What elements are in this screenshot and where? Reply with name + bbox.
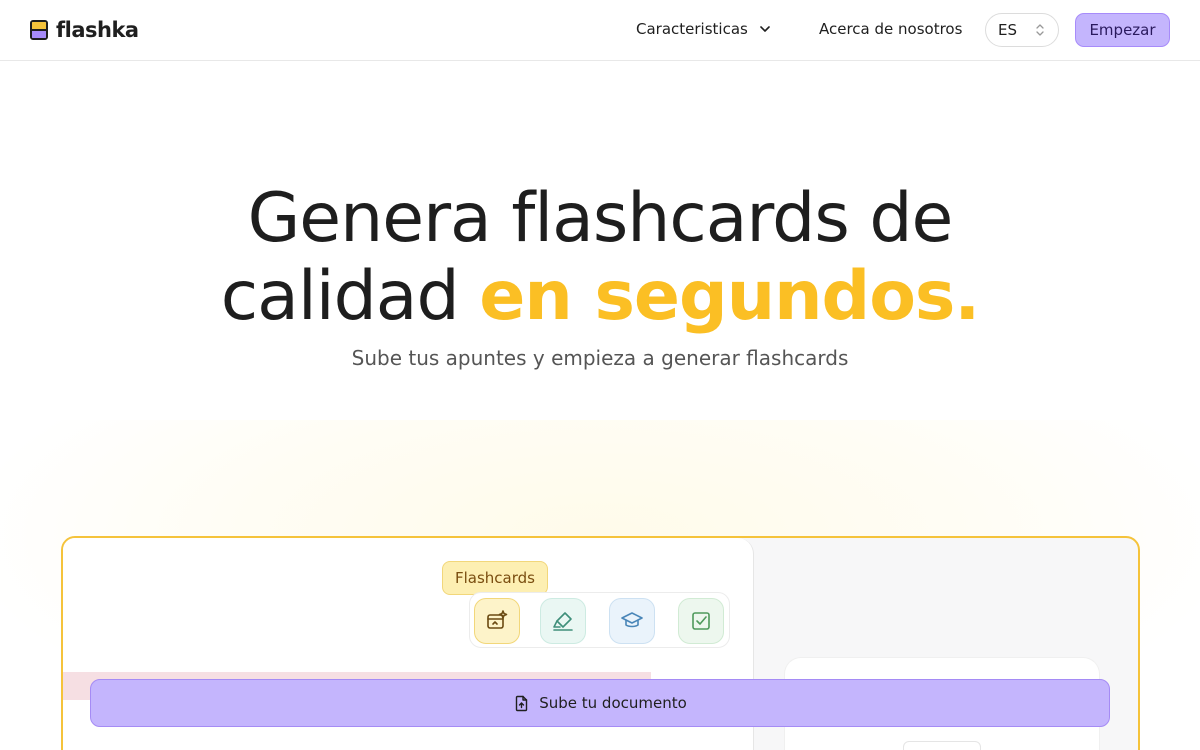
file-upload-icon [516, 695, 528, 711]
language-select[interactable]: ES [985, 13, 1059, 47]
hero-title: Genera flashcards de calidad en segundos… [0, 180, 1200, 336]
check-square-icon [692, 612, 710, 630]
get-started-button[interactable]: Empezar [1075, 13, 1170, 47]
upload-document-button[interactable]: Sube tu documento [90, 679, 1110, 727]
sparkle-card-icon [487, 610, 508, 629]
highlight-tool-button[interactable] [540, 598, 586, 644]
card-chip [903, 741, 981, 750]
hero-title-line1: Genera flashcards de [247, 179, 954, 258]
hero-subtitle: Sube tus apuntes y empieza a generar fla… [351, 346, 849, 370]
study-tool-button[interactable] [609, 598, 655, 644]
hero-title-accent: en segundos. [479, 257, 980, 336]
top-navigation-bar: flashka Caracteristicas Acerca de nosotr… [0, 0, 1200, 61]
nav-features-label: Caracteristicas [636, 20, 748, 38]
upload-label: Sube tu documento [539, 694, 687, 712]
quiz-tool-button[interactable] [678, 598, 724, 644]
nav-features-dropdown[interactable]: Caracteristicas [636, 20, 772, 38]
tool-selector [469, 592, 730, 648]
chevron-up-down-icon [1036, 24, 1044, 36]
brand-logo-link[interactable]: flashka [30, 18, 139, 42]
language-value: ES [998, 21, 1017, 39]
flashka-logo-icon [30, 20, 48, 40]
graduation-cap-icon [621, 612, 643, 628]
hero-title-line2: calidad [220, 257, 480, 336]
brand-name: flashka [56, 18, 139, 42]
flashcards-tool-button[interactable] [474, 598, 520, 644]
chevron-down-icon [760, 26, 770, 32]
tool-tooltip: Flashcards [442, 561, 548, 595]
highlighter-icon [553, 612, 573, 631]
nav-about-link[interactable]: Acerca de nosotros [819, 20, 962, 38]
